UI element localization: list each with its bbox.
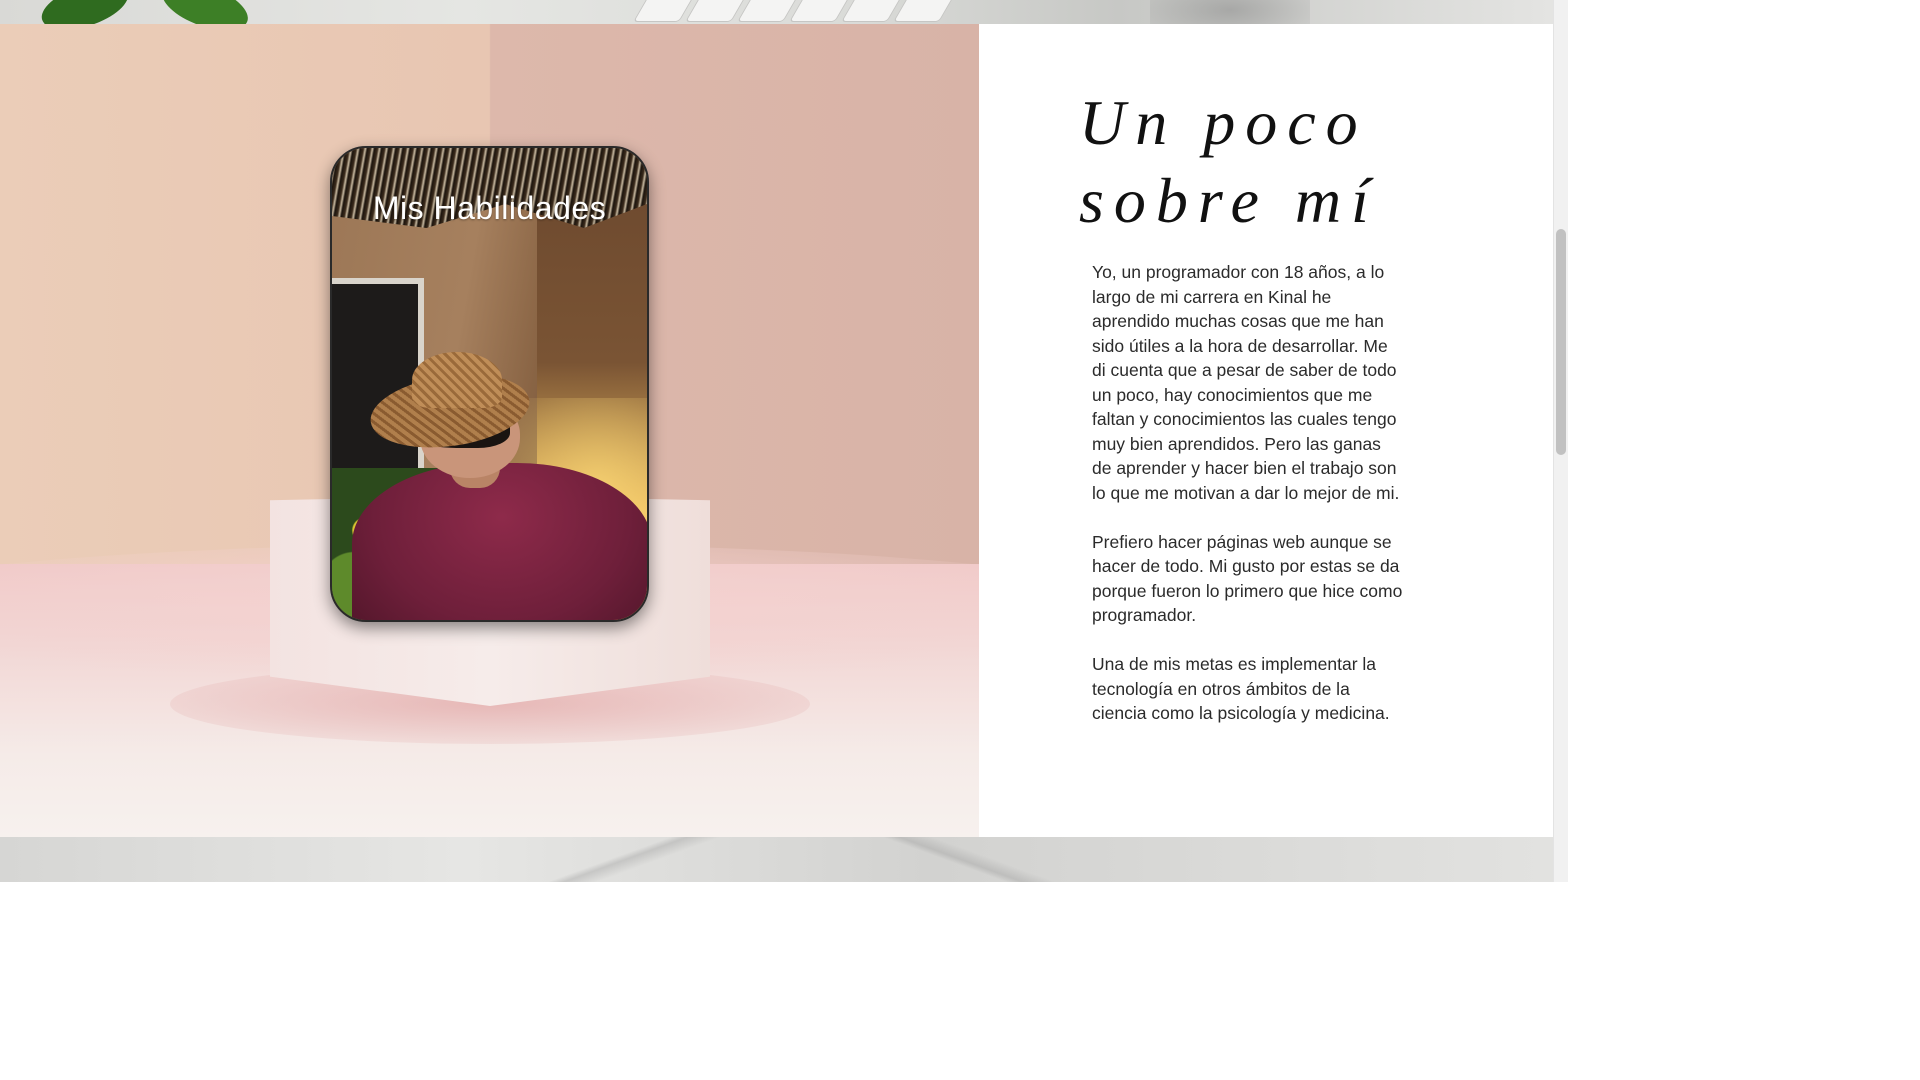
photo-person-shirt bbox=[352, 463, 647, 620]
about-section: Un poco sobre mí Yo, un programador con … bbox=[979, 24, 1553, 837]
scrollbar-thumb[interactable] bbox=[1556, 229, 1566, 455]
skills-title[interactable]: Mis Habilidades bbox=[332, 190, 647, 227]
top-background-image bbox=[0, 0, 1553, 24]
about-paragraph: Una de mis metas es implementar la tecno… bbox=[1092, 654, 1390, 723]
photo-hat-crown bbox=[412, 352, 502, 408]
about-paragraph: Prefiero hacer páginas web aunque se hac… bbox=[1092, 531, 1403, 626]
keyboard-image bbox=[631, 0, 979, 24]
plant-leaf bbox=[36, 0, 134, 24]
about-body: Yo, un programador con 18 años, a lo lar… bbox=[1092, 260, 1404, 750]
about-paragraph: Yo, un programador con 18 años, a lo lar… bbox=[1092, 262, 1400, 503]
skills-photo-card[interactable]: Mis Habilidades bbox=[330, 146, 649, 622]
page-scrollbar[interactable] bbox=[1553, 0, 1568, 882]
skills-scene: Mis Habilidades bbox=[0, 24, 979, 837]
plant-leaf bbox=[155, 0, 255, 24]
shadow bbox=[1150, 0, 1310, 24]
bottom-marble-background bbox=[0, 837, 1553, 882]
about-heading: Un poco sobre mí bbox=[1079, 87, 1379, 236]
